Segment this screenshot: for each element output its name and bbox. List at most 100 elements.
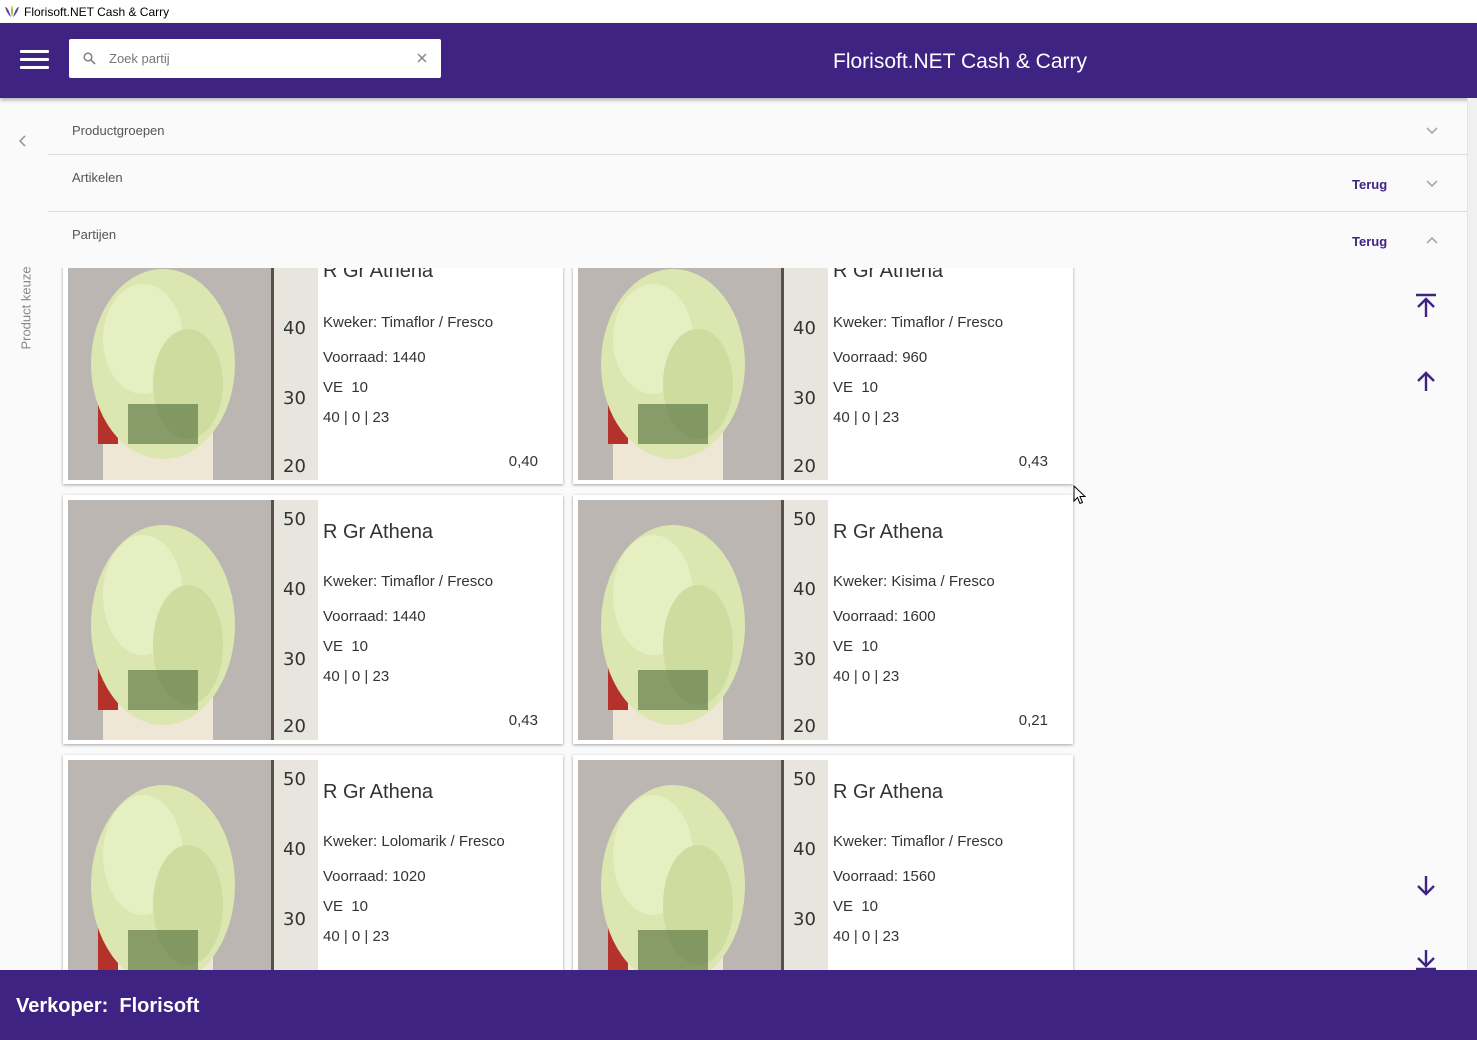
- app-header: Florisoft.NET Cash & Carry: [0, 23, 1477, 98]
- lot-specs: 40 | 0 | 23: [833, 928, 900, 945]
- svg-text:50: 50: [283, 769, 306, 790]
- lot-ve: VE 10: [323, 638, 369, 655]
- svg-text:20: 20: [793, 716, 816, 737]
- clear-icon[interactable]: [415, 51, 429, 65]
- lot-card[interactable]: 40 30 20 R Gr Athena Kweker: Timaflor / …: [573, 268, 1073, 484]
- lot-specs: 40 | 0 | 23: [833, 668, 900, 685]
- lot-name: R Gr Athena: [323, 268, 434, 282]
- lot-ve: VE 10: [833, 898, 879, 915]
- lot-grid: 40 30 20 R Gr Athena Kweker: Timaflor / …: [48, 268, 1138, 970]
- section-title: Partijen: [72, 227, 117, 242]
- svg-text:40: 40: [283, 318, 306, 339]
- window-title: Florisoft.NET Cash & Carry: [24, 4, 170, 19]
- menu-button[interactable]: [20, 50, 49, 72]
- chevron-left-icon[interactable]: [16, 134, 30, 148]
- lot-stock: Voorraad: 1600: [833, 608, 936, 625]
- lot-card[interactable]: 50 40 30 R Gr Athena Kweker: Timaflor / …: [573, 755, 1073, 970]
- product-photo: 40 30 20: [578, 268, 828, 480]
- footer-bar: Verkoper: Florisoft: [0, 970, 1477, 1040]
- lot-grower: Kweker: Timaflor / Fresco: [323, 314, 494, 331]
- lot-specs: 40 | 0 | 23: [323, 928, 390, 945]
- lot-specs: 40 | 0 | 23: [833, 409, 900, 426]
- lot-stock: Voorraad: 960: [833, 349, 928, 366]
- svg-text:20: 20: [793, 456, 816, 477]
- svg-text:40: 40: [283, 579, 306, 600]
- product-photo: 50 40 30: [578, 760, 828, 970]
- chevron-up-icon[interactable]: [1425, 236, 1439, 245]
- lot-ve: VE 10: [323, 898, 369, 915]
- florisoft-logo-icon: [5, 4, 19, 17]
- svg-text:50: 50: [793, 509, 816, 530]
- sidebar-label: Product keuze: [18, 266, 34, 350]
- lot-grower: Kweker: Timaflor / Fresco: [833, 314, 1004, 331]
- section-title: Artikelen: [72, 170, 123, 185]
- lot-stock: Voorraad: 1020: [323, 868, 426, 885]
- scroll-top-icon[interactable]: [1412, 291, 1440, 319]
- lot-price: 0,43: [508, 712, 538, 729]
- lot-specs: 40 | 0 | 23: [323, 668, 390, 685]
- product-photo: 50 40 30 20: [68, 500, 318, 740]
- lot-grower: Kweker: Timaflor / Fresco: [833, 833, 1004, 850]
- lot-name: R Gr Athena: [833, 781, 944, 803]
- scroll-bottom-icon[interactable]: [1412, 946, 1440, 970]
- svg-text:20: 20: [283, 456, 306, 477]
- lot-grower: Kweker: Kisima / Fresco: [833, 573, 995, 590]
- svg-text:30: 30: [283, 909, 306, 930]
- svg-text:30: 30: [793, 909, 816, 930]
- lot-card[interactable]: 50 40 30 20 R Gr Athena Kweker: Kisima /…: [573, 495, 1073, 744]
- section-artikelen[interactable]: Artikelen Terug: [48, 155, 1467, 212]
- app-title: Florisoft.NET Cash & Carry: [833, 50, 1087, 73]
- product-photo: 50 40 30 20: [578, 500, 828, 740]
- svg-text:40: 40: [793, 579, 816, 600]
- arrow-down-icon[interactable]: [1412, 872, 1440, 900]
- lot-card[interactable]: 40 30 20 R Gr Athena Kweker: Timaflor / …: [63, 268, 563, 484]
- search-icon: [83, 52, 96, 65]
- svg-text:30: 30: [283, 388, 306, 409]
- lot-name: R Gr Athena: [323, 781, 434, 803]
- svg-text:30: 30: [283, 649, 306, 670]
- svg-text:40: 40: [793, 839, 816, 860]
- lot-card[interactable]: 50 40 30 20 R Gr Athena Kweker: Timaflor…: [63, 495, 563, 744]
- svg-text:30: 30: [793, 388, 816, 409]
- svg-text:50: 50: [793, 769, 816, 790]
- lot-ve: VE 10: [833, 638, 879, 655]
- window-titlebar: Florisoft.NET Cash & Carry: [0, 0, 1477, 23]
- scrollbar[interactable]: [1467, 98, 1477, 970]
- back-button[interactable]: Terug: [1352, 234, 1387, 249]
- product-choice-sidebar[interactable]: Product keuze: [0, 98, 48, 970]
- svg-text:50: 50: [283, 509, 306, 530]
- section-partijen[interactable]: Partijen Terug: [48, 212, 1467, 268]
- svg-text:30: 30: [793, 649, 816, 670]
- lot-card[interactable]: 50 40 30 R Gr Athena Kweker: Lolomarik /…: [63, 755, 563, 970]
- search-box[interactable]: [69, 39, 441, 78]
- svg-text:40: 40: [283, 839, 306, 860]
- lot-grower: Kweker: Timaflor / Fresco: [323, 573, 494, 590]
- lot-specs: 40 | 0 | 23: [323, 409, 390, 426]
- lot-price: 0,43: [1018, 453, 1048, 470]
- svg-text:20: 20: [283, 716, 306, 737]
- svg-text:40: 40: [793, 318, 816, 339]
- chevron-down-icon[interactable]: [1425, 126, 1439, 135]
- lot-grower: Kweker: Lolomarik / Fresco: [323, 833, 505, 850]
- lot-name: R Gr Athena: [323, 521, 434, 543]
- lot-ve: VE 10: [323, 379, 369, 396]
- lot-name: R Gr Athena: [833, 268, 944, 282]
- lot-stock: Voorraad: 1440: [323, 349, 426, 366]
- seller-label: Verkoper: Florisoft: [16, 995, 200, 1017]
- arrow-up-icon[interactable]: [1412, 367, 1440, 395]
- back-button[interactable]: Terug: [1352, 177, 1387, 192]
- mouse-cursor-icon: [1073, 485, 1086, 505]
- lot-price: 0,40: [508, 453, 538, 470]
- lot-name: R Gr Athena: [833, 521, 944, 543]
- lot-stock: Voorraad: 1440: [323, 608, 426, 625]
- chevron-down-icon[interactable]: [1425, 179, 1439, 188]
- section-title: Productgroepen: [72, 123, 165, 138]
- lot-ve: VE 10: [833, 379, 879, 396]
- lot-stock: Voorraad: 1560: [833, 868, 936, 885]
- product-photo: 50 40 30: [68, 760, 318, 970]
- section-productgroepen[interactable]: Productgroepen: [48, 98, 1467, 155]
- lot-price: 0,21: [1018, 712, 1048, 729]
- menu-icon: [20, 50, 49, 53]
- search-input[interactable]: [109, 39, 399, 78]
- product-photo: 40 30 20: [68, 268, 318, 480]
